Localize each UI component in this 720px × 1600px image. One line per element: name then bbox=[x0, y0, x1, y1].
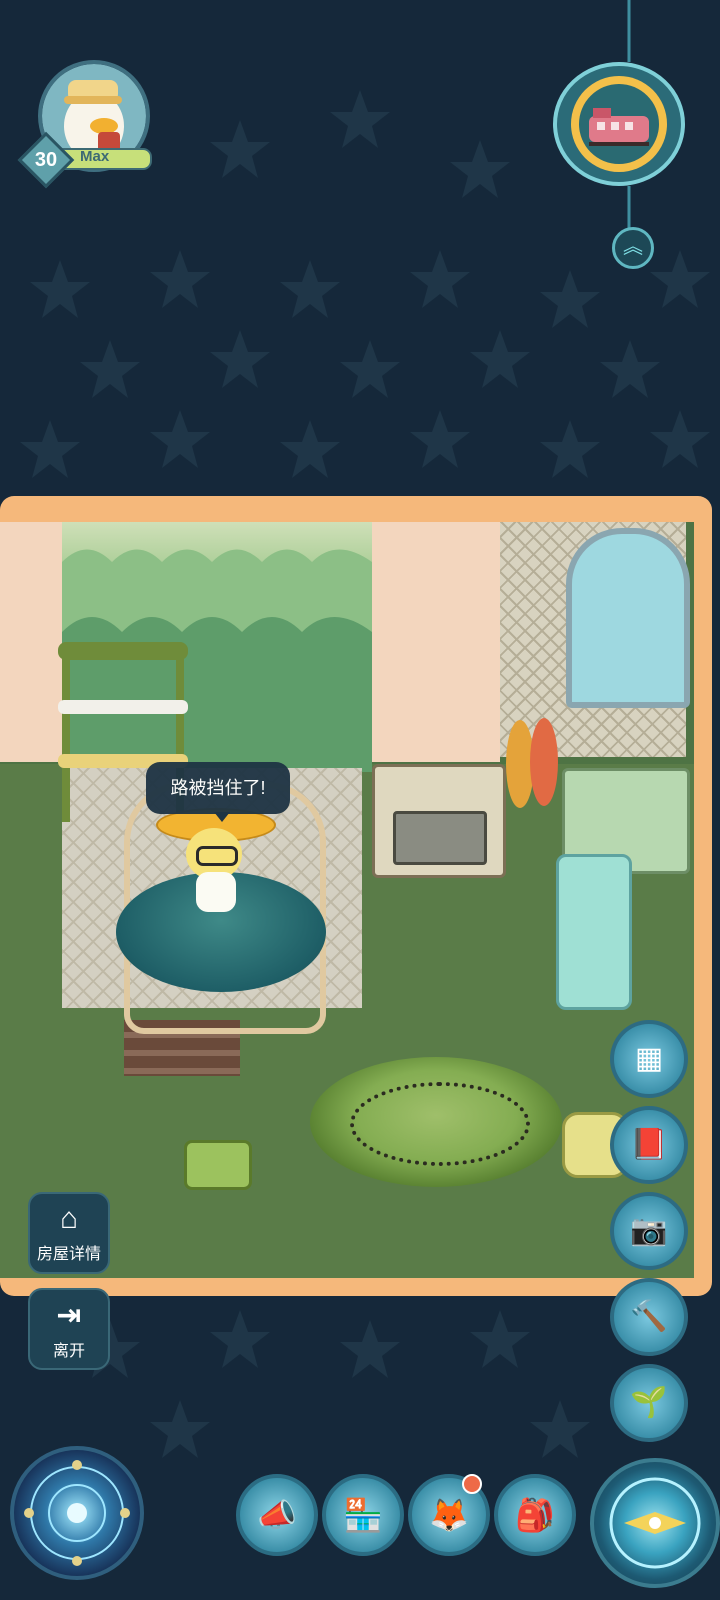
sprout-button[interactable]: 🌱 bbox=[610, 1364, 688, 1442]
fox-pet-icon: 🦊 bbox=[429, 1497, 469, 1533]
speech-bubble: 路被挡住了! bbox=[146, 762, 290, 814]
compass-button[interactable] bbox=[590, 1458, 720, 1588]
camera-button[interactable]: 📷 bbox=[610, 1192, 688, 1270]
megaphone-icon: 📣 bbox=[257, 1497, 297, 1533]
wall-left bbox=[0, 522, 62, 762]
book-icon: 📕 bbox=[630, 1128, 668, 1161]
boombox[interactable] bbox=[184, 1140, 252, 1190]
furniture-catalog-icon: ▦ bbox=[634, 1042, 664, 1075]
train-icon bbox=[553, 62, 685, 186]
double-chevron-up-icon: ︽ bbox=[623, 236, 643, 258]
shop-icon: 🏪 bbox=[343, 1497, 383, 1533]
kiwi-seeds bbox=[350, 1082, 530, 1166]
magic-circle-icon bbox=[24, 1460, 130, 1566]
speech-bubble-tail bbox=[214, 812, 230, 822]
shelf-leg bbox=[62, 652, 70, 822]
exit-icon: ⇥ bbox=[56, 1299, 82, 1332]
leave-button[interactable]: ⇥ 离开 bbox=[28, 1288, 110, 1370]
speech-bubble-text: 路被挡住了! bbox=[170, 778, 266, 798]
leave-label: 离开 bbox=[52, 1343, 85, 1360]
surfboards[interactable] bbox=[498, 714, 568, 809]
arched-window bbox=[566, 528, 690, 708]
level-number: 30 bbox=[34, 149, 58, 171]
player-name: Max bbox=[80, 148, 110, 165]
magic-circle-button[interactable] bbox=[10, 1446, 144, 1580]
refrigerator[interactable] bbox=[556, 854, 632, 1010]
notification-dot bbox=[462, 1474, 482, 1494]
train-map-badge[interactable] bbox=[553, 62, 685, 186]
house-details-button[interactable]: ⌂ 房屋详情 bbox=[28, 1192, 110, 1274]
character-body[interactable] bbox=[196, 872, 236, 912]
book-button[interactable]: 📕 bbox=[610, 1106, 688, 1184]
character-glasses bbox=[196, 846, 238, 866]
wall-middle bbox=[372, 522, 500, 762]
camera-icon: 📷 bbox=[630, 1214, 668, 1247]
hammer-button[interactable]: 🔨 bbox=[610, 1278, 688, 1356]
expand-up-button[interactable]: ︽ bbox=[612, 227, 654, 269]
stove[interactable] bbox=[372, 764, 506, 878]
oven-door bbox=[393, 811, 487, 865]
furniture-catalog-button[interactable]: ▦ bbox=[610, 1020, 688, 1098]
shelf-top bbox=[58, 642, 188, 660]
shelf-middle bbox=[58, 700, 188, 714]
hammer-icon: 🔨 bbox=[630, 1300, 668, 1333]
shop-button[interactable]: 🏪 bbox=[322, 1474, 404, 1556]
house-info-icon: ⌂ bbox=[59, 1202, 79, 1235]
megaphone-button[interactable]: 📣 bbox=[236, 1474, 318, 1556]
house-room[interactable] bbox=[0, 522, 694, 1278]
backpack-button[interactable]: 🎒 bbox=[494, 1474, 576, 1556]
house-details-label: 房屋详情 bbox=[36, 1246, 101, 1263]
backpack-icon: 🎒 bbox=[515, 1497, 555, 1533]
sprout-icon: 🌱 bbox=[630, 1386, 668, 1419]
compass-icon bbox=[609, 1477, 701, 1569]
